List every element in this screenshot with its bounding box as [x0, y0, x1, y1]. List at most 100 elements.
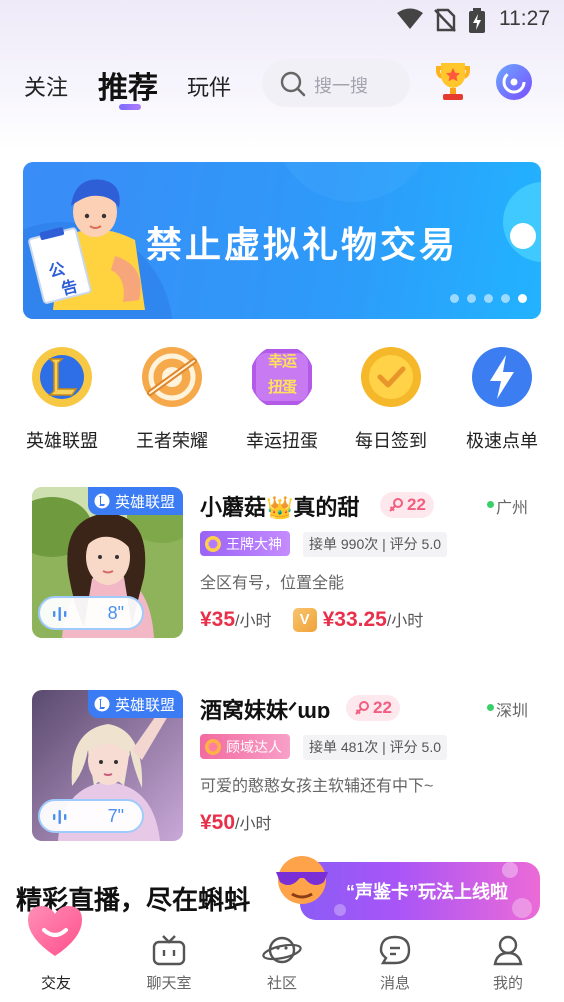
banner-dot[interactable] — [450, 294, 459, 303]
voice-wave-icon — [53, 607, 67, 621]
online-dot — [487, 501, 494, 508]
tab-recommend[interactable]: 推荐 — [98, 63, 158, 107]
honor-of-kings-icon — [142, 347, 202, 407]
bottom-nav-community[interactable]: 社区 — [242, 920, 322, 993]
banner-pagination — [450, 294, 527, 303]
bottom-nav: 交友 聊天室 社区 消息 我的 — [0, 906, 564, 1002]
quick-entry-lol[interactable]: 英雄联盟 — [17, 345, 107, 453]
gender-age-badge: 22 — [380, 492, 434, 518]
rank-medal-icon — [205, 738, 221, 755]
bottom-nav-chatroom[interactable]: 聊天室 — [129, 920, 209, 993]
top-nav: 关注 推荐 玩伴 搜一搜 — [0, 56, 564, 112]
game-tag-label: 英雄联盟 — [114, 493, 175, 511]
player-name: 小蘑菇👑真的甜 — [200, 495, 360, 520]
rank-medal-icon — [205, 535, 221, 552]
bottom-nav-profile[interactable]: 我的 — [468, 920, 548, 993]
voice-intro-button[interactable]: 7" — [38, 799, 144, 833]
sunglasses-mascot-icon — [276, 856, 328, 904]
status-time: 11:27 — [499, 7, 550, 30]
quick-entry-label: 幸运扭蛋 — [246, 431, 318, 451]
tv-icon — [152, 935, 186, 966]
bottom-nav-label: 消息 — [379, 975, 410, 992]
lightning-icon — [472, 347, 532, 407]
vip-price: ¥33.25 — [322, 608, 387, 631]
quick-entry-lucky-capsule[interactable]: 幸运扭蛋 幸运扭蛋 — [237, 345, 327, 453]
game-tag: 英雄联盟 — [87, 487, 183, 515]
game-tag-label: 英雄联盟 — [114, 696, 175, 714]
promo-text: “声鉴卡”玩法上线啦 — [346, 882, 508, 902]
quick-entry-label: 英雄联盟 — [26, 431, 98, 451]
announcement-banner[interactable]: 公 告 禁止虚拟礼物交易 — [23, 162, 541, 319]
player-description: 可爱的憨憨女孩主软辅还有中下~ — [200, 778, 434, 795]
quick-entry-quick-order[interactable]: 极速点单 — [457, 345, 547, 453]
tab-playmates[interactable]: 玩伴 — [187, 70, 231, 102]
quick-entry-label: 极速点单 — [466, 431, 538, 451]
player-city: 广州 — [495, 500, 528, 517]
voice-duration: 8" — [107, 603, 124, 623]
player-photo[interactable]: 英雄联盟 8" — [32, 487, 183, 638]
player-card[interactable]: 英雄联盟 8" 小蘑菇👑真的甜 22 广州 王牌大神 接单 990次 | 评分 … — [0, 487, 564, 647]
lucky-capsule-icon-text: 幸运扭蛋 — [268, 353, 297, 396]
radar-icon[interactable] — [494, 62, 534, 102]
player-description: 全区有号，位置全能 — [200, 575, 345, 592]
price-unit: /小时 — [235, 816, 272, 833]
rank-badge-label: 顾域达人 — [226, 738, 282, 755]
banner-dot[interactable] — [467, 294, 476, 303]
player-card[interactable]: 英雄联盟 7" 酒窝妹妹ᐟɯɒ 22 深圳 顾域达人 接单 481次 | 评分 … — [0, 690, 564, 850]
rank-badge: 王牌大神 — [200, 531, 290, 556]
bottom-nav-label: 交友 — [40, 975, 71, 992]
tab-follow[interactable]: 关注 — [24, 70, 68, 102]
rank-badge-label: 王牌大神 — [226, 535, 282, 552]
quick-entries: 英雄联盟 王者荣耀 幸运扭蛋 幸运扭蛋 每日签到 极速点单 — [0, 345, 564, 455]
player-name: 酒窝妹妹ᐟɯɒ — [200, 698, 331, 723]
bottom-nav-messages[interactable]: 消息 — [355, 920, 435, 993]
profile-icon — [493, 935, 523, 966]
order-stats: 接单 481次 | 评分 5.0 — [303, 735, 448, 760]
bottom-nav-label: 社区 — [266, 975, 297, 992]
price-row: ¥50/小时 — [200, 810, 272, 838]
voice-card-promo-banner[interactable]: “声鉴卡”玩法上线啦 — [300, 862, 540, 920]
lol-icon — [32, 347, 92, 407]
bottom-nav-label: 我的 — [492, 975, 523, 992]
price: ¥50 — [200, 811, 236, 834]
banner-dot[interactable] — [484, 294, 493, 303]
banner-title: 禁止虚拟礼物交易 — [146, 224, 459, 265]
voice-duration: 7" — [107, 806, 124, 826]
quick-entry-label: 王者荣耀 — [136, 431, 208, 451]
bottom-nav-friends[interactable]: 交友 — [16, 906, 96, 993]
checkin-icon — [361, 347, 421, 407]
game-tag: 英雄联盟 — [87, 690, 183, 718]
price-unit: /小时 — [235, 613, 272, 630]
female-icon — [355, 701, 369, 715]
planet-icon — [262, 936, 302, 964]
no-sim-icon — [434, 8, 456, 32]
wifi-icon — [397, 8, 423, 29]
player-photo[interactable]: 英雄联盟 7" — [32, 690, 183, 841]
player-age: 22 — [373, 698, 392, 717]
voice-wave-icon — [53, 810, 67, 824]
vip-price-unit: /小时 — [386, 613, 424, 630]
message-icon — [379, 935, 411, 965]
gender-age-badge: 22 — [346, 695, 400, 721]
player-age: 22 — [407, 495, 426, 514]
status-bar: 11:27 — [0, 0, 564, 40]
player-city: 深圳 — [495, 703, 528, 720]
order-stats: 接单 990次 | 评分 5.0 — [303, 532, 448, 557]
quick-entry-honor-of-kings[interactable]: 王者荣耀 — [127, 345, 217, 453]
quick-entry-label: 每日签到 — [355, 431, 427, 451]
banner-dot-active[interactable] — [518, 294, 527, 303]
quick-entry-checkin[interactable]: 每日签到 — [346, 345, 436, 453]
online-dot — [487, 704, 494, 711]
rank-badge: 顾域达人 — [200, 734, 290, 759]
battery-icon — [469, 8, 485, 33]
bottom-nav-label: 聊天室 — [146, 975, 192, 992]
search-bar[interactable]: 搜一搜 — [262, 59, 410, 107]
announcer-illustration: 公 告 — [28, 179, 145, 310]
price: ¥35 — [200, 608, 236, 631]
voice-intro-button[interactable]: 8" — [38, 596, 144, 630]
banner-dot[interactable] — [501, 294, 510, 303]
heart-icon — [28, 906, 82, 956]
vip-badge: V — [292, 608, 317, 632]
search-icon — [280, 71, 306, 97]
trophy-icon[interactable] — [430, 58, 476, 104]
